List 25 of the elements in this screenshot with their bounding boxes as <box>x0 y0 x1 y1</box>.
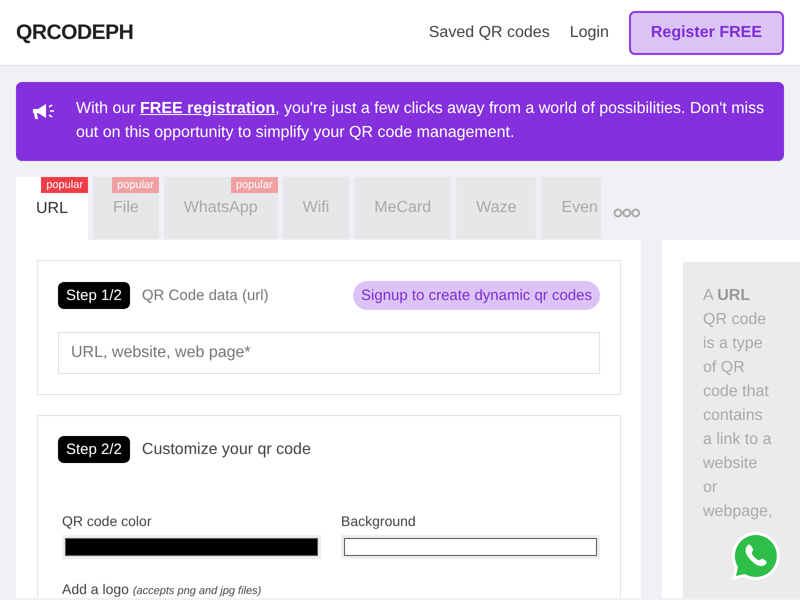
step-title: QR Code data (url) <box>142 287 269 304</box>
site-logo[interactable]: QRCODEPH <box>16 20 134 44</box>
banner-message: With our FREE registration, you're just a few clicks away from a world of possibilities. Don't miss out on this opportunity to simplify your QR code management. <box>76 99 766 143</box>
logo-hint: (accepts png and jpg files) <box>132 585 262 597</box>
register-button[interactable]: Register FREE <box>628 10 784 54</box>
logo-label: Add a logo <box>62 581 129 597</box>
registration-link[interactable]: FREE registration <box>140 100 276 117</box>
step-badge: Step 1/2 <box>58 282 130 309</box>
step-title: Customize your qr code <box>142 440 311 458</box>
tab[interactable]: popular URL <box>16 177 88 240</box>
url-input[interactable]: URL, website, web page* <box>58 332 600 374</box>
info-text: A URL QR code is a type of QR code that contains a link to a website or webpage, <box>703 286 772 522</box>
nav-link[interactable]: Login <box>570 24 609 42</box>
popular-badge: popular <box>112 177 159 193</box>
nav-link[interactable]: Saved QR codes <box>428 24 550 42</box>
step-badge: Step 2/2 <box>58 436 130 463</box>
color-picker[interactable] <box>341 535 600 559</box>
color-picker[interactable] <box>62 535 321 559</box>
popular-badge: popular <box>41 177 88 193</box>
signup-button[interactable]: Signup to create dynamic qr codes <box>353 281 600 310</box>
popular-badge: popular <box>230 177 278 193</box>
tab[interactable]: popular WhatsApp <box>164 177 278 239</box>
color-label: Background <box>341 513 417 529</box>
color-label: QR code color <box>62 513 152 529</box>
tab[interactable]: popular File <box>93 177 159 239</box>
